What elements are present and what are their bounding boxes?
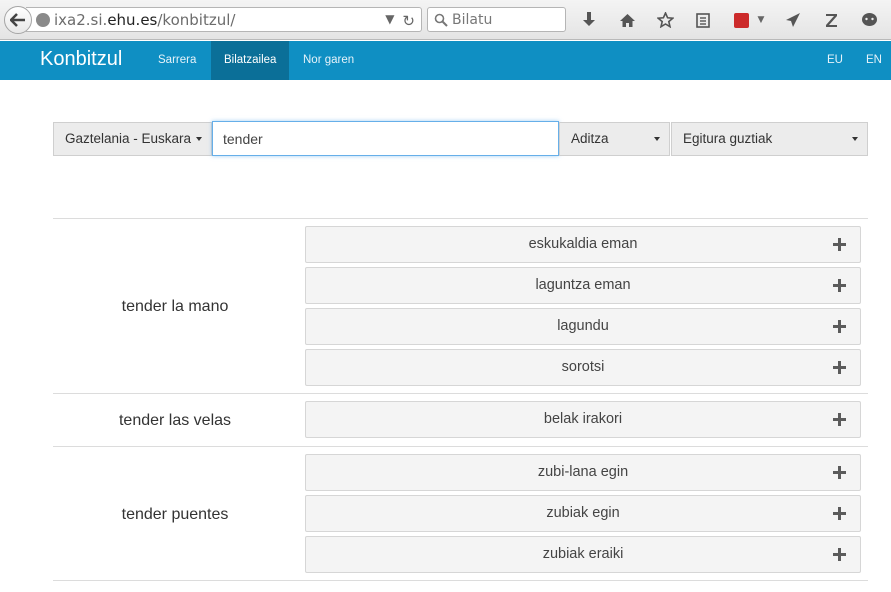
url-path: /konbitzul/	[157, 10, 236, 29]
nav-nor-garen[interactable]: Nor garen	[290, 41, 367, 80]
extension-menu-arrow-icon[interactable]: ▼	[756, 9, 766, 31]
chat-icon[interactable]	[858, 9, 880, 31]
result-phrase: tender puentes	[121, 506, 229, 523]
plus-icon[interactable]	[833, 320, 846, 333]
plus-icon[interactable]	[833, 466, 846, 479]
browser-search-placeholder: Bilatu	[452, 11, 493, 28]
row-divider	[53, 218, 868, 219]
magnifier-icon	[434, 13, 448, 27]
plus-icon[interactable]	[833, 507, 846, 520]
translation-label: eskukaldia eman	[528, 236, 638, 252]
row-divider	[53, 393, 868, 394]
app-navbar: Konbitzul Sarrera Bilatzailea Nor garen …	[0, 41, 891, 80]
translation-item[interactable]: zubiak egin	[305, 495, 861, 532]
category-value: Aditza	[571, 131, 609, 146]
row-divider	[53, 580, 868, 581]
brand-logo[interactable]: Konbitzul	[40, 48, 122, 71]
plus-icon[interactable]	[833, 238, 846, 251]
category-select[interactable]: Aditza	[559, 122, 670, 156]
globe-icon	[36, 12, 50, 27]
bookmark-star-icon[interactable]	[654, 9, 676, 31]
url-prefix: ixa2.si.	[54, 10, 108, 29]
browser-search-box[interactable]: Bilatu	[427, 7, 566, 32]
language-direction-value: Gaztelania - Euskara	[65, 131, 192, 146]
browser-toolbar: ixa2.si. ehu.es/konbitzul/ ▼ ↻ Bilatu ▼	[0, 0, 891, 40]
zotero-icon[interactable]	[820, 9, 842, 31]
send-icon[interactable]	[782, 9, 804, 31]
translation-item[interactable]: belak irakori	[305, 401, 861, 438]
extension-icon[interactable]	[730, 9, 752, 31]
caret-down-icon	[196, 137, 202, 141]
translation-item[interactable]: sorotsi	[305, 349, 861, 386]
url-host: ehu.es	[107, 10, 158, 29]
lang-en[interactable]: EN	[853, 41, 891, 80]
translation-item[interactable]: eskukaldia eman	[305, 226, 861, 263]
search-form: Gaztelania - Euskara Aditza Egitura guzt…	[53, 121, 868, 156]
plus-icon[interactable]	[833, 279, 846, 292]
reading-list-icon[interactable]	[692, 9, 714, 31]
plus-icon[interactable]	[833, 361, 846, 374]
plus-icon[interactable]	[833, 413, 846, 426]
structure-value: Egitura guztiak	[683, 131, 773, 146]
result-phrase: tender la mano	[121, 298, 229, 315]
nav-sarrera[interactable]: Sarrera	[145, 41, 209, 80]
search-term-input[interactable]	[212, 121, 559, 156]
nav-bilatzailea[interactable]: Bilatzailea	[211, 41, 290, 80]
translation-item[interactable]: laguntza eman	[305, 267, 861, 304]
row-divider	[53, 446, 868, 447]
result-phrase: tender las velas	[118, 412, 232, 429]
translation-label: belak irakori	[543, 411, 623, 427]
back-arrow-icon	[10, 13, 25, 27]
translation-item[interactable]: zubi-lana egin	[305, 454, 861, 491]
translation-label: zubiak egin	[546, 505, 620, 521]
translation-item[interactable]: zubiak eraiki	[305, 536, 861, 573]
translation-label: laguntza eman	[535, 277, 631, 293]
translation-label: sorotsi	[561, 359, 605, 375]
url-bar[interactable]: ixa2.si. ehu.es/konbitzul/ ▼ ↻	[26, 7, 422, 32]
back-button[interactable]	[4, 6, 32, 34]
dropdown-arrow-icon[interactable]: ▼	[385, 12, 394, 30]
language-direction-select[interactable]: Gaztelania - Euskara	[53, 122, 212, 156]
home-icon[interactable]	[616, 9, 638, 31]
plus-icon[interactable]	[833, 548, 846, 561]
reload-icon[interactable]: ↻	[402, 12, 415, 30]
caret-down-icon	[654, 137, 660, 141]
translation-label: zubi-lana egin	[537, 464, 629, 480]
caret-down-icon	[852, 137, 858, 141]
lang-eu[interactable]: EU	[814, 41, 856, 80]
translation-label: lagundu	[557, 318, 609, 334]
structure-select[interactable]: Egitura guztiak	[671, 122, 868, 156]
translation-item[interactable]: lagundu	[305, 308, 861, 345]
download-icon[interactable]	[578, 9, 600, 31]
translation-label: zubiak eraiki	[542, 546, 624, 562]
